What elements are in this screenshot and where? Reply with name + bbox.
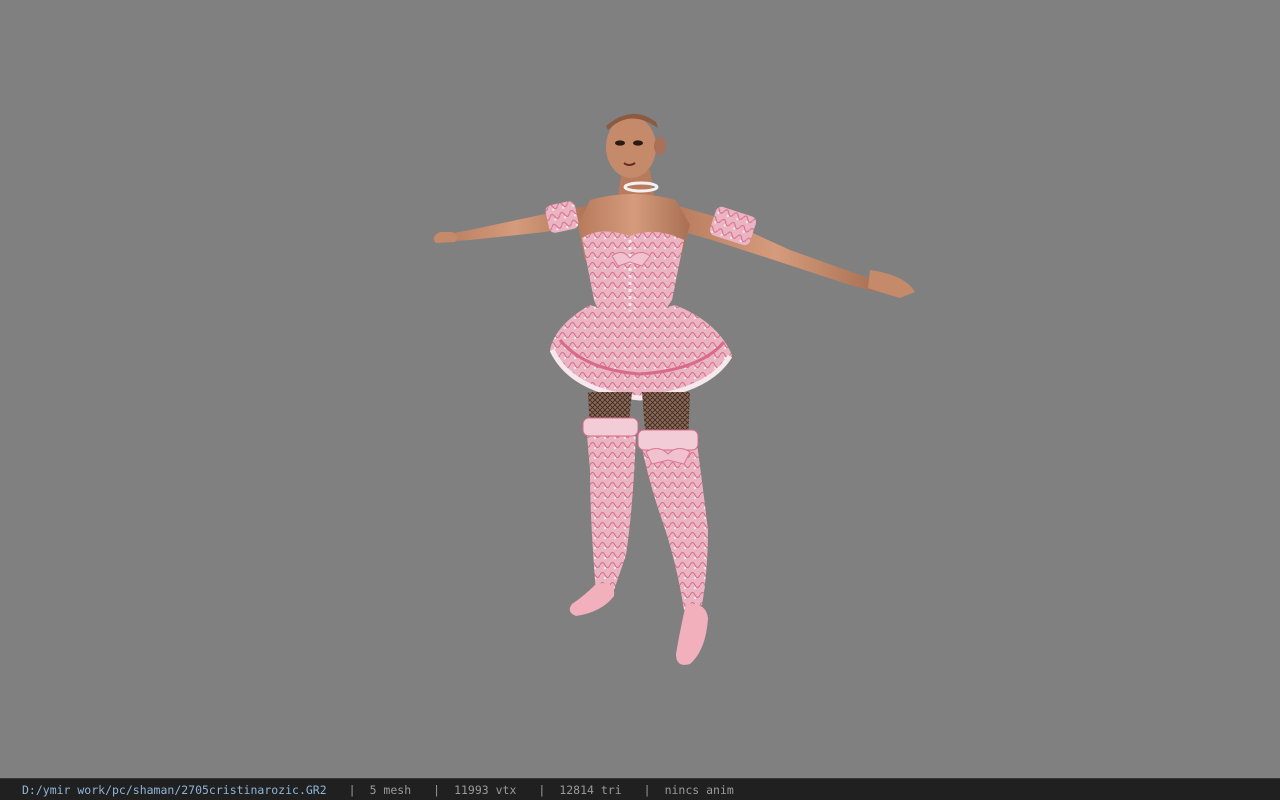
vertex-count: 11993 vtx [454,782,517,797]
left-shoe [569,583,615,616]
file-path: D:/ymir work/pc/shaman/2705cristinarozic… [22,782,327,797]
triangle-count: 12814 tri [559,782,622,797]
right-stocking-band [637,429,699,451]
separator: | [433,782,441,797]
right-shoe [676,603,708,665]
3d-viewport[interactable] [0,0,1280,778]
right-hand [868,270,915,298]
left-eye [615,140,625,146]
right-eye [633,140,643,146]
right-stocking [640,436,708,610]
left-armband [545,201,579,233]
head [606,116,656,178]
character-model [433,113,915,665]
separator: | [643,782,651,797]
animation-status: nincs anim [664,782,734,797]
left-stocking [586,424,636,592]
left-stocking-band [582,417,639,437]
skirt [550,305,732,398]
right-arm [670,205,880,292]
ear [654,137,666,155]
status-bar: D:/ymir work/pc/shaman/2705cristinarozic… [0,778,1280,800]
left-hand [433,232,457,243]
separator: | [538,782,546,797]
separator: | [348,782,356,797]
mesh-count: 5 mesh [369,782,412,797]
